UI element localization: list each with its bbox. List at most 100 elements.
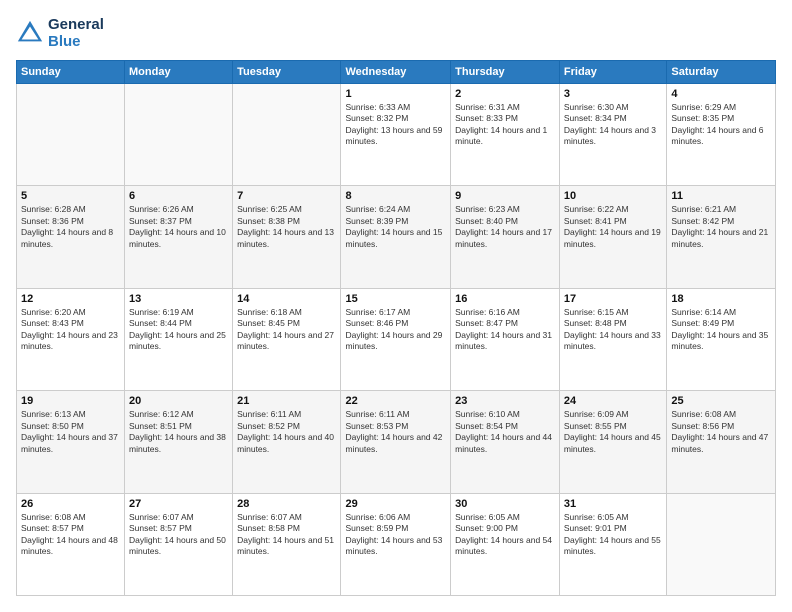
day-info: Sunrise: 6:07 AMSunset: 8:57 PMDaylight:… [129, 512, 228, 558]
day-number: 20 [129, 395, 228, 407]
day-number: 13 [129, 293, 228, 305]
day-number: 5 [21, 190, 120, 202]
calendar-cell: 18 Sunrise: 6:14 AMSunset: 8:49 PMDayligh… [667, 288, 776, 390]
calendar-cell: 30 Sunrise: 6:05 AMSunset: 9:00 PMDayligh… [451, 493, 560, 595]
logo-text: General Blue [48, 16, 104, 50]
day-number: 11 [671, 190, 771, 202]
day-info: Sunrise: 6:12 AMSunset: 8:51 PMDaylight:… [129, 409, 228, 455]
day-info: Sunrise: 6:17 AMSunset: 8:46 PMDaylight:… [345, 307, 446, 353]
calendar-cell: 21 Sunrise: 6:11 AMSunset: 8:52 PMDayligh… [233, 391, 341, 493]
day-info: Sunrise: 6:05 AMSunset: 9:01 PMDaylight:… [564, 512, 662, 558]
calendar-cell: 17 Sunrise: 6:15 AMSunset: 8:48 PMDayligh… [559, 288, 666, 390]
calendar-table: SundayMondayTuesdayWednesdayThursdayFrid… [16, 60, 776, 596]
day-number: 3 [564, 88, 662, 100]
calendar-cell: 19 Sunrise: 6:13 AMSunset: 8:50 PMDayligh… [17, 391, 125, 493]
calendar-cell: 4Sunrise: 6:29 AMSunset: 8:35 PMDaylight… [667, 84, 776, 186]
day-info: Sunrise: 6:13 AMSunset: 8:50 PMDaylight:… [21, 409, 120, 455]
calendar-cell: 6Sunrise: 6:26 AMSunset: 8:37 PMDaylight… [125, 186, 233, 288]
col-header-wednesday: Wednesday [341, 61, 451, 84]
calendar-cell: 3 Sunrise: 6:30 AMSunset: 8:34 PMDaylight… [559, 84, 666, 186]
day-info: Sunrise: 6:29 AMSunset: 8:35 PMDaylight:… [671, 102, 771, 148]
calendar-cell: 23 Sunrise: 6:10 AMSunset: 8:54 PMDayligh… [451, 391, 560, 493]
col-header-thursday: Thursday [451, 61, 560, 84]
day-info: Sunrise: 6:22 AMSunset: 8:41 PMDaylight:… [564, 204, 662, 250]
day-info: Sunrise: 6:06 AMSunset: 8:59 PMDaylight:… [345, 512, 446, 558]
calendar-cell: 25Sunrise: 6:08 AMSunset: 8:56 PMDayligh… [667, 391, 776, 493]
week-row-2: 5 Sunrise: 6:28 AMSunset: 8:36 PMDaylight… [17, 186, 776, 288]
day-info: Sunrise: 6:19 AMSunset: 8:44 PMDaylight:… [129, 307, 228, 353]
day-number: 27 [129, 498, 228, 510]
header: General Blue [16, 16, 776, 50]
calendar-cell: 28 Sunrise: 6:07 AMSunset: 8:58 PMDayligh… [233, 493, 341, 595]
calendar-cell: 15 Sunrise: 6:17 AMSunset: 8:46 PMDayligh… [341, 288, 451, 390]
calendar-cell: 10 Sunrise: 6:22 AMSunset: 8:41 PMDayligh… [559, 186, 666, 288]
calendar-cell: 1 Sunrise: 6:33 AMSunset: 8:32 PMDaylight… [341, 84, 451, 186]
day-number: 15 [345, 293, 446, 305]
day-number: 7 [237, 190, 336, 202]
col-header-monday: Monday [125, 61, 233, 84]
calendar-cell [667, 493, 776, 595]
calendar-cell: 27 Sunrise: 6:07 AMSunset: 8:57 PMDayligh… [125, 493, 233, 595]
logo-icon [16, 19, 44, 47]
day-number: 24 [564, 395, 662, 407]
day-info: Sunrise: 6:18 AMSunset: 8:45 PMDaylight:… [237, 307, 336, 353]
week-row-5: 26Sunrise: 6:08 AMSunset: 8:57 PMDayligh… [17, 493, 776, 595]
day-number: 29 [345, 498, 446, 510]
day-info: Sunrise: 6:20 AMSunset: 8:43 PMDaylight:… [21, 307, 120, 353]
col-header-sunday: Sunday [17, 61, 125, 84]
day-info: Sunrise: 6:16 AMSunset: 8:47 PMDaylight:… [455, 307, 555, 353]
calendar-cell: 20 Sunrise: 6:12 AMSunset: 8:51 PMDayligh… [125, 391, 233, 493]
day-info: Sunrise: 6:11 AMSunset: 8:52 PMDaylight:… [237, 409, 336, 455]
day-info: Sunrise: 6:28 AMSunset: 8:36 PMDaylight:… [21, 204, 120, 250]
day-number: 10 [564, 190, 662, 202]
header-row: SundayMondayTuesdayWednesdayThursdayFrid… [17, 61, 776, 84]
day-info: Sunrise: 6:14 AMSunset: 8:49 PMDaylight:… [671, 307, 771, 353]
col-header-tuesday: Tuesday [233, 61, 341, 84]
calendar-cell [125, 84, 233, 186]
calendar-cell [17, 84, 125, 186]
calendar-cell: 16 Sunrise: 6:16 AMSunset: 8:47 PMDayligh… [451, 288, 560, 390]
day-info: Sunrise: 6:05 AMSunset: 9:00 PMDaylight:… [455, 512, 555, 558]
day-number: 14 [237, 293, 336, 305]
day-number: 9 [455, 190, 555, 202]
day-info: Sunrise: 6:25 AMSunset: 8:38 PMDaylight:… [237, 204, 336, 250]
calendar-cell: 29 Sunrise: 6:06 AMSunset: 8:59 PMDayligh… [341, 493, 451, 595]
calendar-cell: 12 Sunrise: 6:20 AMSunset: 8:43 PMDayligh… [17, 288, 125, 390]
day-number: 1 [345, 88, 446, 100]
day-number: 18 [671, 293, 771, 305]
day-info: Sunrise: 6:10 AMSunset: 8:54 PMDaylight:… [455, 409, 555, 455]
day-number: 16 [455, 293, 555, 305]
week-row-4: 19 Sunrise: 6:13 AMSunset: 8:50 PMDayligh… [17, 391, 776, 493]
calendar-cell: 14 Sunrise: 6:18 AMSunset: 8:45 PMDayligh… [233, 288, 341, 390]
calendar-cell: 26Sunrise: 6:08 AMSunset: 8:57 PMDayligh… [17, 493, 125, 595]
col-header-friday: Friday [559, 61, 666, 84]
day-number: 17 [564, 293, 662, 305]
day-number: 21 [237, 395, 336, 407]
calendar-cell: 9Sunrise: 6:23 AMSunset: 8:40 PMDaylight… [451, 186, 560, 288]
day-number: 31 [564, 498, 662, 510]
day-number: 19 [21, 395, 120, 407]
day-info: Sunrise: 6:08 AMSunset: 8:57 PMDaylight:… [21, 512, 120, 558]
day-info: Sunrise: 6:24 AMSunset: 8:39 PMDaylight:… [345, 204, 446, 250]
day-info: Sunrise: 6:21 AMSunset: 8:42 PMDaylight:… [671, 204, 771, 250]
day-info: Sunrise: 6:31 AMSunset: 8:33 PMDaylight:… [455, 102, 555, 148]
calendar-cell [233, 84, 341, 186]
day-number: 23 [455, 395, 555, 407]
calendar-cell: 11 Sunrise: 6:21 AMSunset: 8:42 PMDayligh… [667, 186, 776, 288]
calendar-cell: 7 Sunrise: 6:25 AMSunset: 8:38 PMDaylight… [233, 186, 341, 288]
day-number: 6 [129, 190, 228, 202]
day-info: Sunrise: 6:11 AMSunset: 8:53 PMDaylight:… [345, 409, 446, 455]
day-info: Sunrise: 6:30 AMSunset: 8:34 PMDaylight:… [564, 102, 662, 148]
day-number: 8 [345, 190, 446, 202]
logo: General Blue [16, 16, 104, 50]
page: General Blue SundayMondayTuesdayWednesda… [0, 0, 792, 612]
calendar-cell: 24Sunrise: 6:09 AMSunset: 8:55 PMDayligh… [559, 391, 666, 493]
day-number: 30 [455, 498, 555, 510]
day-info: Sunrise: 6:15 AMSunset: 8:48 PMDaylight:… [564, 307, 662, 353]
day-number: 28 [237, 498, 336, 510]
week-row-1: 1 Sunrise: 6:33 AMSunset: 8:32 PMDaylight… [17, 84, 776, 186]
day-info: Sunrise: 6:33 AMSunset: 8:32 PMDaylight:… [345, 102, 446, 148]
day-info: Sunrise: 6:07 AMSunset: 8:58 PMDaylight:… [237, 512, 336, 558]
week-row-3: 12 Sunrise: 6:20 AMSunset: 8:43 PMDayligh… [17, 288, 776, 390]
day-number: 12 [21, 293, 120, 305]
